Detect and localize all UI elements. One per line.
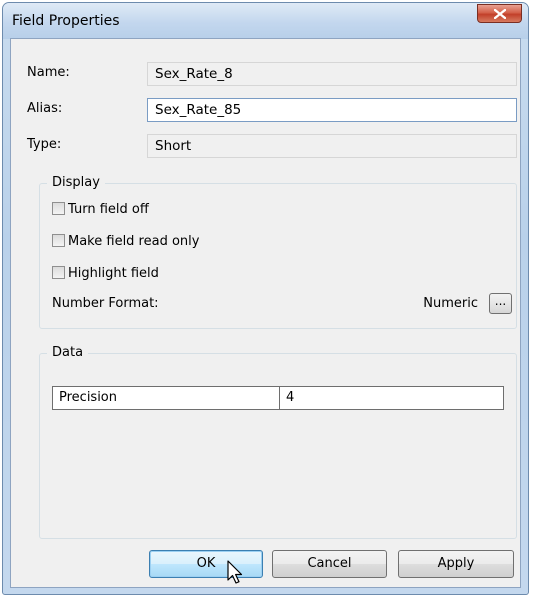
number-format-label: Number Format: — [52, 296, 159, 311]
read-only-checkbox[interactable]: Make field read only — [52, 234, 199, 250]
read-only-box[interactable] — [52, 234, 65, 247]
alias-input[interactable]: Sex_Rate_85 — [147, 98, 517, 122]
mouse-pointer-icon — [227, 560, 243, 584]
type-field: Short — [147, 134, 517, 158]
display-group-legend: Display — [47, 175, 105, 190]
turn-field-off-checkbox[interactable]: Turn field off — [52, 202, 149, 218]
read-only-label: Make field read only — [68, 234, 200, 249]
apply-button[interactable]: Apply — [398, 550, 514, 578]
property-name-cell: Precision — [53, 387, 280, 409]
highlight-field-label: Highlight field — [68, 266, 159, 281]
turn-field-off-label: Turn field off — [68, 202, 149, 217]
name-field: Sex_Rate_8 — [147, 62, 517, 86]
field-properties-window: Field Properties Name: Sex_Rate_8 Alias:… — [2, 2, 529, 595]
data-group-legend: Data — [47, 345, 89, 360]
number-format-value: Numeric — [423, 296, 478, 311]
title-bar[interactable]: Field Properties — [3, 3, 528, 39]
dialog-client-area: Name: Sex_Rate_8 Alias: Sex_Rate_85 Type… — [10, 38, 521, 588]
property-value-cell[interactable]: 4 — [280, 387, 503, 409]
data-property-row[interactable]: Precision 4 — [52, 386, 504, 410]
highlight-field-checkbox[interactable]: Highlight field — [52, 266, 159, 282]
close-button[interactable] — [477, 4, 522, 23]
type-label: Type: — [27, 137, 62, 152]
close-icon — [494, 9, 506, 19]
number-format-button[interactable]: ... — [489, 293, 512, 314]
data-group: Data Precision 4 — [39, 345, 517, 539]
name-label: Name: — [27, 65, 70, 80]
cancel-button[interactable]: Cancel — [272, 550, 387, 578]
window-title: Field Properties — [12, 13, 120, 29]
alias-label: Alias: — [27, 101, 63, 116]
display-group: Display Turn field off Make field read o… — [39, 175, 517, 329]
turn-field-off-box[interactable] — [52, 202, 65, 215]
highlight-field-box[interactable] — [52, 266, 65, 279]
ok-button[interactable]: OK — [149, 550, 263, 578]
